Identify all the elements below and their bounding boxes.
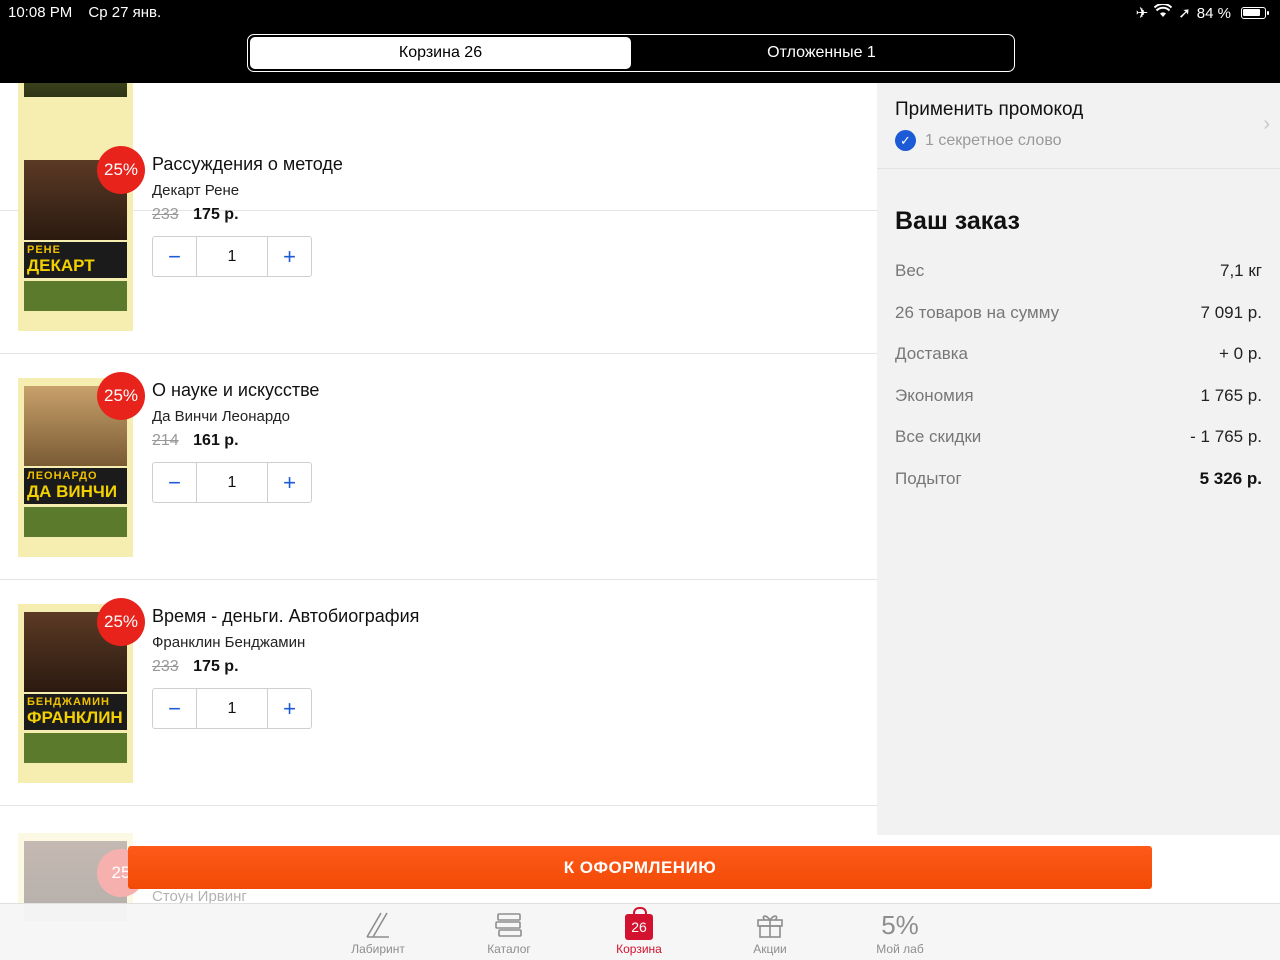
decrease-button[interactable]: − [153,689,196,728]
status-right: ✈ ➚ 84 % [1135,3,1269,22]
gift-icon [725,908,815,942]
checkmark-icon: ✓ [895,130,916,151]
tab-cart[interactable]: Корзина 26 [250,37,631,69]
airplane-icon: ✈ [1135,5,1149,22]
cart-item: ЛЕОНАРДО ДА ВИНЧИ 25% О науке и искусств… [0,354,877,580]
summary-label: Все скидки [895,427,982,446]
summary-row-discounts: Все скидки - 1 765 р. [895,427,1262,447]
old-price: 233 [152,658,179,675]
item-title[interactable]: Время - деньги. Автобиография [152,606,419,627]
tab-labirint[interactable]: Лабиринт [333,908,423,956]
summary-value: 5 326 р. [1199,469,1262,488]
cover-first-name: ЛЕОНАРДО [27,470,98,482]
increase-button[interactable]: + [268,689,311,728]
quantity-stepper: − 1 + [152,462,312,503]
current-price: 161 р. [193,432,239,449]
summary-row-weight: Вес 7,1 кг [895,261,1262,281]
quantity-value[interactable]: 1 [196,237,268,276]
promo-title: Применить промокод [895,99,1084,120]
summary-label: Доставка [895,344,969,363]
promo-applied: 1 секретное слово [925,132,1062,149]
tab-label: Каталог [487,942,531,956]
books-stack-icon [464,908,554,942]
battery-percent: 84 % [1196,4,1231,22]
cover-last-name: ДА ВИНЧИ [27,482,118,501]
cover-last-name: ФРАНКЛИН [27,708,123,727]
discount-badge: 25% [97,598,145,646]
item-author[interactable]: Декарт Рене [152,182,239,199]
labirint-logo-icon [333,908,423,942]
shopping-bag-icon: 26 [594,907,684,942]
cart-list: РЕНЕ ДЕКАРТ 25% Рассуждения о методе Дек… [0,83,877,903]
tab-promotions[interactable]: Акции [725,908,815,956]
summary-value: 1 765 р. [1200,386,1262,405]
checkout-button[interactable]: К ОФОРМЛЕНИЮ [128,846,1152,889]
tab-label: Акции [753,942,787,956]
wifi-icon [1154,3,1173,22]
old-price: 214 [152,432,179,449]
item-author[interactable]: Да Винчи Леонардо [152,408,290,425]
top-bar: 10:08 PM Ср 27 янв. ✈ ➚ 84 % Корзина 26 … [0,0,1280,83]
cart-segmented-control: Корзина 26 Отложенные 1 [247,34,1015,72]
battery-icon [1241,7,1269,19]
quantity-value[interactable]: 1 [196,463,268,502]
bottom-tab-bar: Лабиринт Каталог 26 Корзина Акции 5% Мой… [0,903,1280,960]
increase-button[interactable]: + [268,463,311,502]
tab-label: Лабиринт [351,942,405,956]
item-title[interactable]: О науке и искусстве [152,380,319,401]
quantity-stepper: − 1 + [152,236,312,277]
quantity-value[interactable]: 1 [196,689,268,728]
tab-my-lab[interactable]: 5% Мой лаб [855,908,945,957]
summary-row-subtotal: Подытог 5 326 р. [895,469,1262,489]
item-title[interactable]: Рассуждения о методе [152,154,343,175]
decrease-button[interactable]: − [153,463,196,502]
summary-label: Экономия [895,386,974,405]
summary-value: 7 091 р. [1200,303,1262,322]
tab-label: Мой лаб [876,942,924,956]
decrease-button[interactable]: − [153,237,196,276]
summary-value: - 1 765 р. [1190,427,1262,446]
percent-text: 5% [881,909,919,940]
tab-label: Корзина [616,942,662,956]
order-title: Ваш заказ [895,207,1020,235]
item-author[interactable]: Франклин Бенджамин [152,634,305,651]
summary-label: 26 товаров на сумму [895,303,1060,322]
summary-value: 7,1 кг [1220,261,1262,280]
summary-row-delivery: Доставка + 0 р. [895,344,1262,364]
cover-last-name: ДЕКАРТ [27,256,95,275]
current-price: 175 р. [193,658,239,675]
cart-item: РЕНЕ ДЕКАРТ 25% Рассуждения о методе Дек… [0,128,877,354]
summary-row-items: 26 товаров на сумму 7 091 р. [895,303,1262,323]
status-left: 10:08 PM Ср 27 янв. [8,4,173,21]
discount-badge: 25% [97,372,145,420]
cover-first-name: БЕНДЖАМИН [27,696,110,708]
quantity-stepper: − 1 + [152,688,312,729]
price-row: 233 175 р. [152,658,239,676]
price-row: 233 175 р. [152,206,239,224]
summary-value: + 0 р. [1218,344,1262,363]
summary-label: Вес [895,261,925,280]
status-date: Ср 27 янв. [88,4,162,21]
discount-badge: 25% [97,146,145,194]
cart-count-badge: 26 [625,907,653,940]
promo-code-row[interactable]: Применить промокод ✓ 1 секретное слово › [877,83,1280,169]
status-time: 10:08 PM [8,4,73,21]
cover-first-name: РЕНЕ [27,244,61,256]
location-arrow-icon: ➚ [1178,5,1191,22]
order-summary-panel: Применить промокод ✓ 1 секретное слово ›… [877,83,1280,835]
cart-item: БЕНДЖАМИН ФРАНКЛИН 25% Время - деньги. А… [0,580,877,806]
chevron-right-icon: › [1263,113,1270,135]
tab-catalog[interactable]: Каталог [464,908,554,956]
price-row: 214 161 р. [152,432,239,450]
old-price: 233 [152,206,179,223]
tab-cart-bottom[interactable]: 26 Корзина [594,907,684,956]
tab-deferred[interactable]: Отложенные 1 [631,37,1012,69]
summary-label: Подытог [895,469,962,488]
current-price: 175 р. [193,206,239,223]
summary-row-savings: Экономия 1 765 р. [895,386,1262,406]
increase-button[interactable]: + [268,237,311,276]
